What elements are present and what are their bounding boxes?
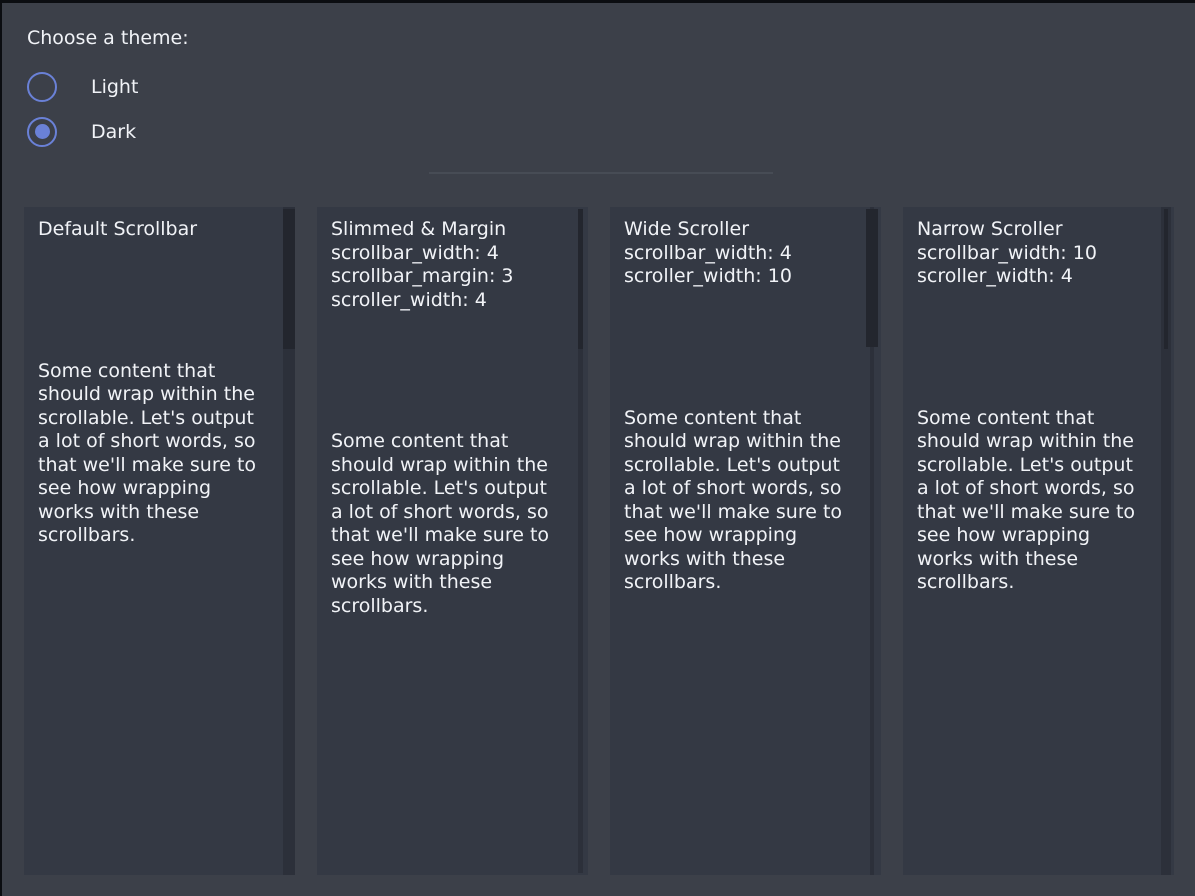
radio-option-dark[interactable]: Dark <box>27 109 189 154</box>
scrollbar-thumb[interactable] <box>578 209 583 349</box>
panel-title: Wide Scroller <box>624 218 867 242</box>
panel-params: scrollbar_width: 4 scroller_width: 10 <box>624 242 867 289</box>
radio-option-light-label[interactable]: Light <box>91 76 138 98</box>
panel-content: Some content that should wrap within the… <box>624 407 860 595</box>
panel-content: Some content that should wrap within the… <box>331 430 567 618</box>
theme-chooser-label: Choose a theme: <box>27 27 189 50</box>
radio-selected-icon[interactable] <box>27 117 57 147</box>
panel-title: Slimmed & Margin <box>331 218 574 242</box>
panel-wide-scroller[interactable]: Wide Scroller scrollbar_width: 4 scrolle… <box>610 207 881 875</box>
scrollbar-thumb[interactable] <box>283 209 295 349</box>
panel-narrow-scroller[interactable]: Narrow Scroller scrollbar_width: 10 scro… <box>903 207 1174 875</box>
scrollbar-thumb[interactable] <box>866 209 878 347</box>
radio-option-dark-label[interactable]: Dark <box>91 121 136 143</box>
panel-slimmed-margin[interactable]: Slimmed & Margin scrollbar_width: 4 scro… <box>317 207 588 875</box>
panel-title: Default Scrollbar <box>38 218 281 242</box>
panel-content: Some content that should wrap within the… <box>38 360 274 548</box>
panel-params: scrollbar_width: 4 scrollbar_margin: 3 s… <box>331 242 574 313</box>
panel-params: scrollbar_width: 10 scroller_width: 4 <box>917 242 1160 289</box>
panel-title: Narrow Scroller <box>917 218 1160 242</box>
radio-option-light[interactable]: Light <box>27 64 189 109</box>
panel-default-scrollbar[interactable]: Default Scrollbar Some content that shou… <box>24 207 295 875</box>
panel-content: Some content that should wrap within the… <box>917 407 1153 595</box>
radio-dot <box>35 124 50 139</box>
theme-chooser: Choose a theme: Light Dark <box>27 27 189 154</box>
scroll-panels-row: Default Scrollbar Some content that shou… <box>24 207 1174 875</box>
radio-unselected-icon[interactable] <box>27 72 57 102</box>
horizontal-divider <box>429 172 773 174</box>
scrollbar-thumb[interactable] <box>1164 209 1168 349</box>
